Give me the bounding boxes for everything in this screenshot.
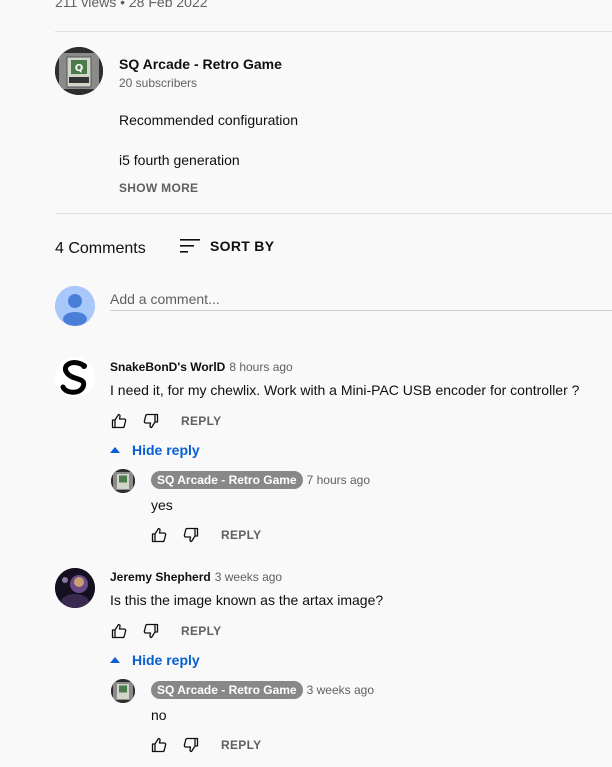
add-comment-input[interactable]: [110, 288, 612, 311]
thumbs-down-icon[interactable]: [143, 623, 159, 639]
reply-actions: REPLY: [151, 527, 261, 543]
reply-actions: REPLY: [151, 737, 261, 753]
comment-text: I need it, for my chewlix. Work with a M…: [110, 382, 580, 398]
description-line: Recommended configuration: [119, 112, 298, 128]
reply-author-chip[interactable]: SQ Arcade - Retro Game: [151, 471, 303, 489]
channel-avatar[interactable]: Q: [55, 47, 103, 95]
video-meta: 211 views • 28 Feb 2022: [55, 0, 208, 10]
reply-button[interactable]: REPLY: [181, 624, 221, 638]
reply-button[interactable]: REPLY: [221, 738, 261, 752]
comment-time[interactable]: 8 hours ago: [229, 360, 292, 374]
caret-up-icon: [110, 447, 120, 453]
reply-text: no: [151, 707, 167, 723]
comment-actions: REPLY: [111, 413, 221, 429]
thumbs-up-icon[interactable]: [151, 527, 167, 543]
sort-icon: [180, 239, 200, 253]
comment-header: Jeremy Shepherd 3 weeks ago: [110, 570, 282, 584]
svg-text:Q: Q: [75, 63, 84, 74]
thumbs-down-icon[interactable]: [183, 737, 199, 753]
reply-header: SQ Arcade - Retro Game 3 weeks ago: [151, 681, 374, 699]
thumbs-up-icon[interactable]: [111, 413, 127, 429]
channel-subscribers: 20 subscribers: [119, 76, 198, 90]
comment-text: Is this the image known as the artax ima…: [110, 592, 384, 608]
thumbs-down-icon[interactable]: [183, 527, 199, 543]
hide-reply-label: Hide reply: [132, 652, 200, 668]
sort-by-label: SORT BY: [210, 238, 275, 254]
thumbs-down-icon[interactable]: [143, 413, 159, 429]
comments-count: 4 Comments: [55, 240, 146, 257]
comment-author[interactable]: Jeremy Shepherd: [110, 570, 211, 584]
reply-header: SQ Arcade - Retro Game 7 hours ago: [151, 471, 370, 489]
reply-time[interactable]: 7 hours ago: [307, 473, 370, 487]
show-more-button[interactable]: SHOW MORE: [119, 181, 198, 195]
caret-up-icon: [110, 657, 120, 663]
comment-header: SnakeBonD's WorlD 8 hours ago: [110, 360, 293, 374]
divider: [55, 213, 612, 214]
reply-button[interactable]: REPLY: [181, 414, 221, 428]
reply-avatar[interactable]: [111, 469, 135, 493]
hide-reply-label: Hide reply: [132, 442, 200, 458]
sort-by-button[interactable]: SORT BY: [180, 238, 274, 254]
channel-name[interactable]: SQ Arcade - Retro Game: [119, 56, 282, 72]
comment-author[interactable]: SnakeBonD's WorlD: [110, 360, 225, 374]
thumbs-up-icon[interactable]: [111, 623, 127, 639]
hide-reply-button[interactable]: Hide reply: [110, 442, 200, 458]
divider: [55, 31, 612, 32]
comment-actions: REPLY: [111, 623, 221, 639]
reply-text: yes: [151, 497, 173, 513]
comment-time[interactable]: 3 weeks ago: [215, 570, 282, 584]
reply-time[interactable]: 3 weeks ago: [307, 683, 374, 697]
hide-reply-button[interactable]: Hide reply: [110, 652, 200, 668]
description-line: i5 fourth generation: [119, 152, 240, 168]
reply-author-chip[interactable]: SQ Arcade - Retro Game: [151, 681, 303, 699]
reply-avatar[interactable]: [111, 679, 135, 703]
thumbs-up-icon[interactable]: [151, 737, 167, 753]
commenter-avatar[interactable]: [55, 568, 95, 608]
reply-button[interactable]: REPLY: [221, 528, 261, 542]
commenter-avatar[interactable]: [55, 357, 95, 397]
user-avatar: [55, 286, 95, 326]
